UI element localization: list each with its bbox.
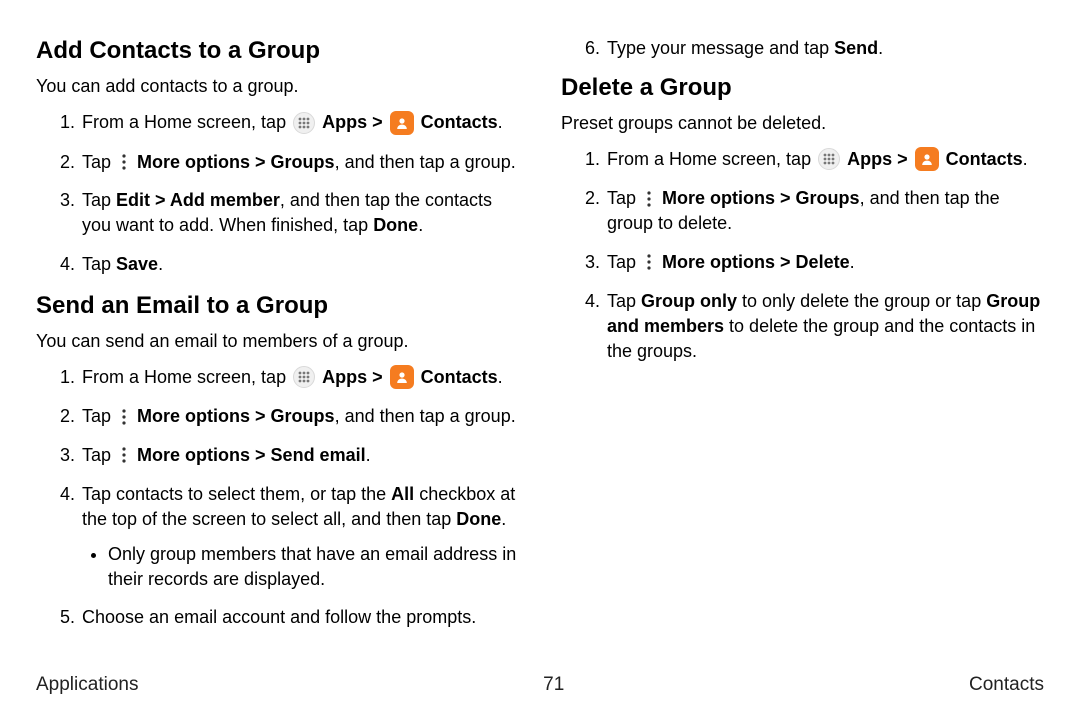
lead-send-email: You can send an email to members of a gr…: [36, 329, 519, 353]
bold-text: More options > Send email: [137, 445, 366, 465]
text: .: [501, 509, 506, 529]
bold-text: More options > Groups: [662, 188, 860, 208]
list-item: Tap More options > Groups, and then tap …: [605, 186, 1044, 236]
list-item: Only group members that have an email ad…: [108, 542, 519, 592]
more-options-icon: [643, 189, 655, 209]
text: , and then tap a group.: [335, 406, 516, 426]
bold-text: More options > Groups: [137, 406, 335, 426]
chevron-text: >: [892, 149, 913, 169]
more-options-icon: [643, 252, 655, 272]
footer-page-number: 71: [543, 674, 564, 696]
contacts-icon: [915, 147, 939, 171]
apps-icon: [818, 148, 840, 170]
list-item: From a Home screen, tap Apps > Contacts.: [80, 365, 519, 390]
list-item: Tap More options > Groups, and then tap …: [80, 150, 519, 175]
apps-label: Apps: [322, 367, 367, 387]
list-item: Choose an email account and follow the p…: [80, 605, 519, 630]
text: From a Home screen, tap: [82, 112, 291, 132]
text: Tap: [82, 445, 116, 465]
steps-add-contacts: From a Home screen, tap Apps > Contacts.…: [36, 110, 519, 277]
more-options-icon: [118, 152, 130, 172]
text: Tap: [607, 252, 641, 272]
heading-send-email: Send an Email to a Group: [36, 291, 519, 321]
bold-text: Done: [456, 509, 501, 529]
more-options-icon: [118, 407, 130, 427]
text: .: [878, 38, 883, 58]
list-item: Tap Edit > Add member, and then tap the …: [80, 188, 519, 238]
contacts-icon: [390, 111, 414, 135]
text: .: [366, 445, 371, 465]
page-footer: Applications 71 Contacts: [36, 674, 1044, 696]
apps-label: Apps: [322, 112, 367, 132]
text: From a Home screen, tap: [82, 367, 291, 387]
chevron-text: >: [367, 112, 388, 132]
text: .: [1023, 149, 1028, 169]
contacts-label: Contacts: [421, 367, 498, 387]
lead-add-contacts: You can add contacts to a group.: [36, 74, 519, 98]
bold-text: Group only: [641, 291, 737, 311]
text: Tap: [607, 188, 641, 208]
bold-text: Edit > Add member: [116, 190, 280, 210]
bold-text: More options > Delete: [662, 252, 850, 272]
contacts-label: Contacts: [421, 112, 498, 132]
list-item: Tap contacts to select them, or tap the …: [80, 482, 519, 591]
apps-label: Apps: [847, 149, 892, 169]
contacts-label: Contacts: [946, 149, 1023, 169]
text: .: [418, 215, 423, 235]
text: .: [498, 112, 503, 132]
heading-delete-group: Delete a Group: [561, 73, 1044, 103]
steps-delete-group: From a Home screen, tap Apps > Contacts.…: [561, 147, 1044, 363]
list-item: Tap More options > Send email.: [80, 443, 519, 468]
text: From a Home screen, tap: [607, 149, 816, 169]
list-item: From a Home screen, tap Apps > Contacts.: [80, 110, 519, 135]
list-item: Tap Save.: [80, 252, 519, 277]
text: Tap contacts to select them, or tap the: [82, 484, 391, 504]
list-item: Type your message and tap Send.: [605, 36, 1044, 61]
text: .: [850, 252, 855, 272]
more-options-icon: [118, 445, 130, 465]
bold-text: More options > Groups: [137, 152, 335, 172]
text: Tap: [607, 291, 641, 311]
apps-icon: [293, 112, 315, 134]
footer-left: Applications: [36, 674, 138, 696]
text: Tap: [82, 190, 116, 210]
text: Type your message and tap: [607, 38, 834, 58]
heading-add-contacts: Add Contacts to a Group: [36, 36, 519, 66]
text: Tap: [82, 406, 116, 426]
list-item: From a Home screen, tap Apps > Contacts.: [605, 147, 1044, 172]
bold-text: All: [391, 484, 414, 504]
footer-right: Contacts: [969, 674, 1044, 696]
text: , and then tap a group.: [335, 152, 516, 172]
apps-icon: [293, 366, 315, 388]
text: Tap: [82, 152, 116, 172]
list-item: Tap More options > Delete.: [605, 250, 1044, 275]
text: .: [158, 254, 163, 274]
contacts-icon: [390, 365, 414, 389]
text: to only delete the group or tap: [737, 291, 986, 311]
bold-text: Done: [373, 215, 418, 235]
sub-list: Only group members that have an email ad…: [82, 542, 519, 592]
bold-text: Send: [834, 38, 878, 58]
chevron-text: >: [367, 367, 388, 387]
bold-text: Save: [116, 254, 158, 274]
text: Tap: [82, 254, 116, 274]
lead-delete-group: Preset groups cannot be deleted.: [561, 111, 1044, 135]
text: .: [498, 367, 503, 387]
list-item: Tap More options > Groups, and then tap …: [80, 404, 519, 429]
list-item: Tap Group only to only delete the group …: [605, 289, 1044, 363]
